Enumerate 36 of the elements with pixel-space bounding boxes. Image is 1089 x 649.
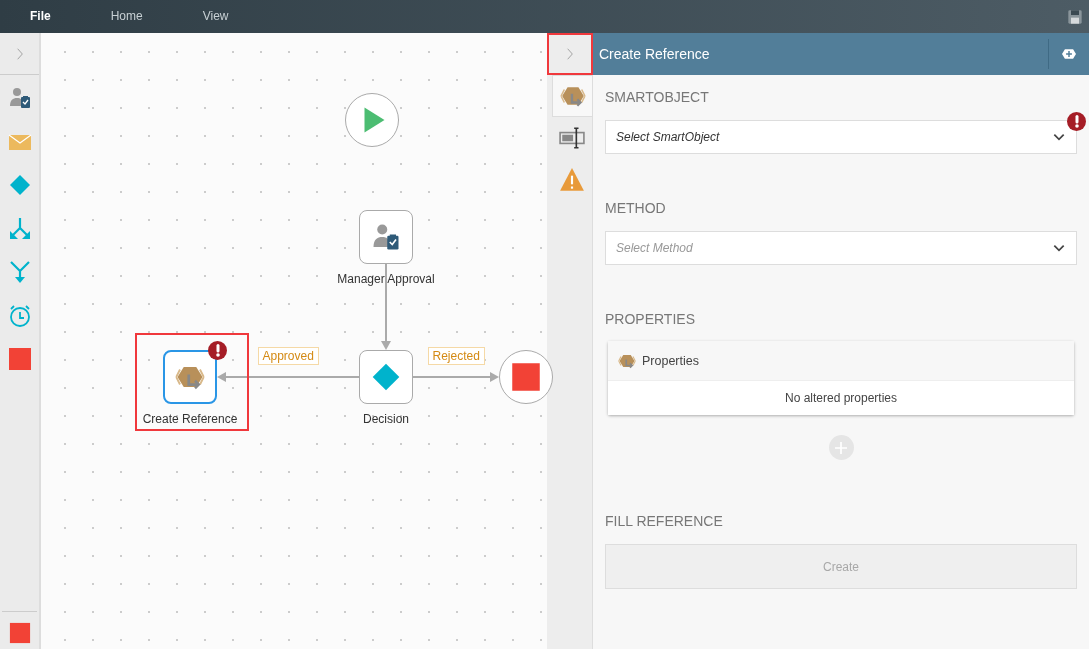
stopwatch-icon[interactable]: [7, 303, 32, 328]
branch-label: Approved: [257, 347, 319, 365]
user-task-icon[interactable]: [7, 86, 32, 110]
section-heading: SMARTOBJECT: [605, 89, 710, 106]
warning-icon: [559, 167, 585, 193]
split-arrows-icon[interactable]: [7, 216, 32, 241]
empty-message: No altered properties: [608, 381, 1074, 416]
merge-arrows-icon[interactable]: [7, 260, 32, 284]
user-task-icon: [371, 222, 401, 252]
branch-label: Rejected: [427, 347, 485, 365]
menu-tab[interactable]: File: [0, 0, 81, 33]
section-heading: PROPERTIES: [605, 310, 696, 328]
event-node[interactable]: [499, 350, 553, 404]
node-label: Decision: [363, 411, 409, 428]
side-tab[interactable]: [552, 75, 592, 117]
event-node[interactable]: [345, 93, 399, 147]
dropdown-field[interactable]: Select SmartObject: [605, 119, 1077, 154]
section-heading: FILL REFERENCE: [605, 513, 724, 531]
square-icon[interactable]: [7, 347, 32, 371]
collapse-button[interactable]: [547, 33, 593, 75]
step-node[interactable]: [359, 350, 413, 404]
square-icon[interactable]: [8, 622, 31, 644]
text-field-icon: [559, 125, 585, 151]
panel-title: Create Reference: [598, 44, 711, 64]
section-heading: METHOD: [605, 199, 667, 217]
card-title: Properties: [642, 352, 699, 370]
menu-tab[interactable]: Home: [80, 0, 173, 33]
square-icon: [511, 362, 541, 392]
node-label: Manager Approval: [337, 271, 435, 288]
node-label: Create Reference: [142, 411, 238, 428]
save-icon[interactable]: [1067, 8, 1083, 25]
step-node[interactable]: [359, 210, 413, 264]
step-node[interactable]: [163, 350, 217, 404]
menu-tab[interactable]: View: [172, 0, 259, 33]
diamond-icon: [370, 361, 402, 393]
plus-icon: [833, 439, 849, 456]
